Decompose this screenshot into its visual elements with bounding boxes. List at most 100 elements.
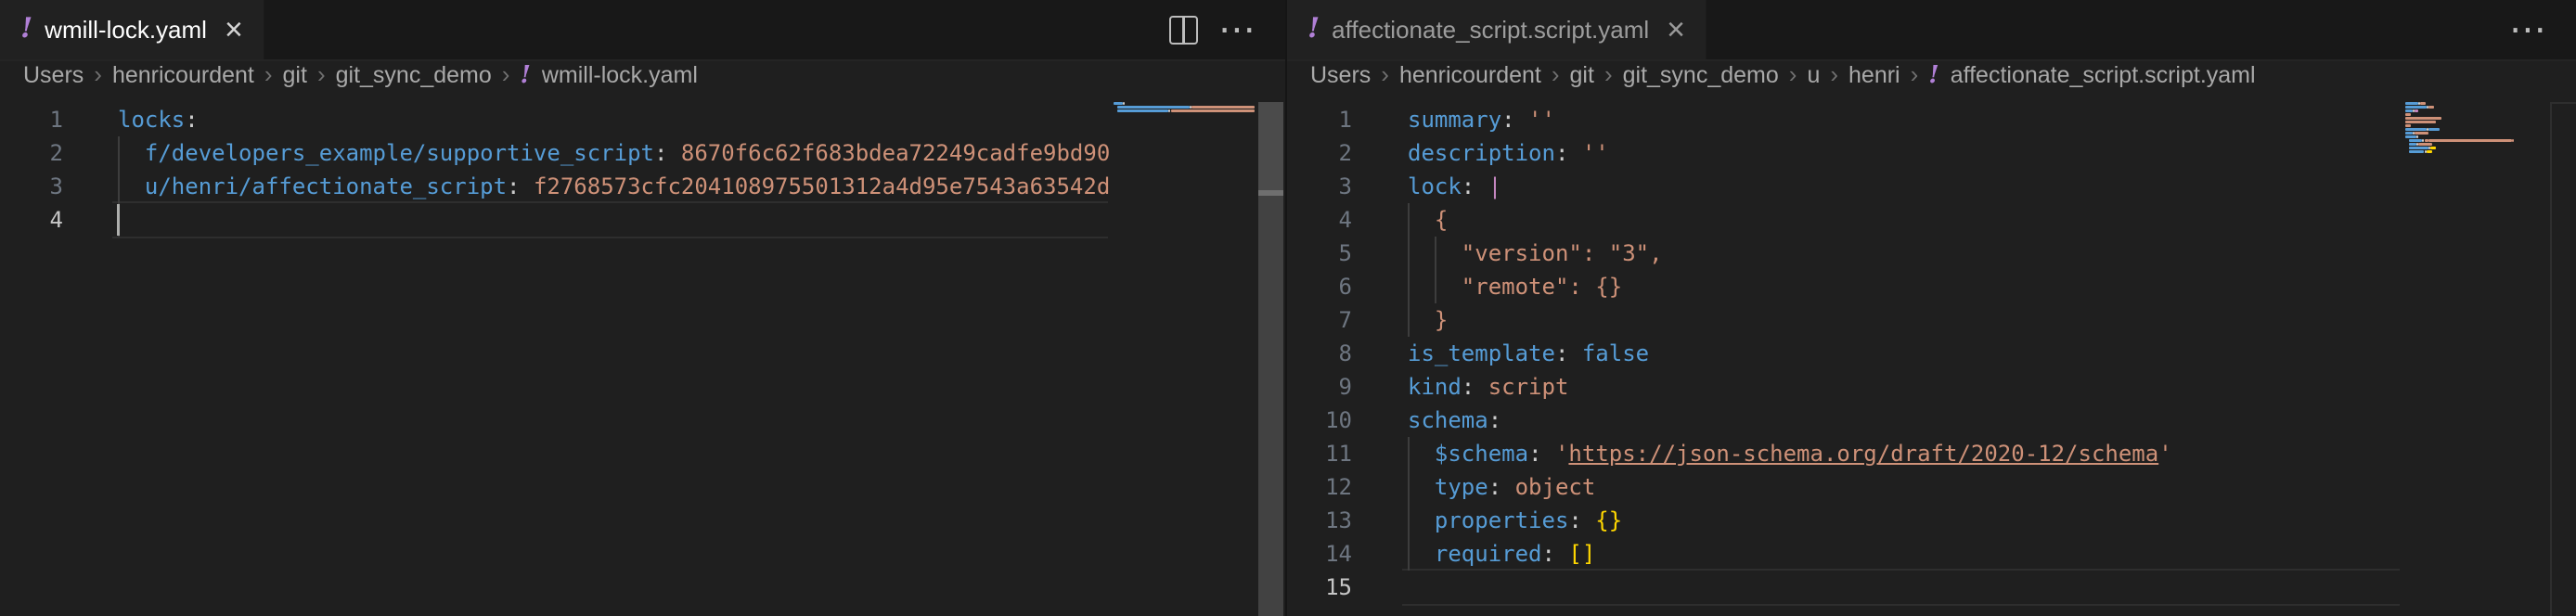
code-text: {	[1408, 203, 1448, 237]
chevron-icon: ›	[317, 60, 326, 89]
yaml-file-icon: !	[520, 61, 530, 89]
indent-guide-line	[1435, 270, 1436, 303]
breadcrumb-item[interactable]: henricourdent	[1399, 62, 1541, 89]
indent-guide-line	[1408, 237, 1410, 270]
tab-affectionate-script[interactable]: ! affectionate_script.script.yaml ×	[1287, 0, 1707, 59]
breadcrumb-item[interactable]: git_sync_demo	[336, 62, 492, 89]
minimap-line	[2405, 106, 2427, 109]
code-line[interactable]: 4	[0, 203, 1114, 237]
vertical-scrollbar[interactable]	[1258, 102, 1283, 616]
line-number: 3	[1287, 170, 1352, 203]
code-line[interactable]: 7 }	[1287, 303, 2405, 337]
breadcrumb-item[interactable]: u	[1807, 62, 1820, 89]
minimap-line	[2409, 143, 2416, 146]
minimap-line	[2405, 121, 2436, 123]
code-line[interactable]: 9kind: script	[1287, 370, 2405, 404]
code-text: properties: {}	[1408, 504, 1622, 537]
ellipsis-icon: ⋯	[1218, 8, 1256, 51]
code-text: description: ''	[1408, 136, 1609, 170]
more-actions-button[interactable]: ⋯	[1218, 20, 1256, 39]
minimap-line	[2405, 135, 2416, 138]
chevron-icon: ›	[94, 60, 102, 89]
breadcrumb: Users›henricourdent›git›git_sync_demo›u›…	[1287, 61, 2576, 90]
code-line[interactable]: 4 {	[1287, 203, 2405, 237]
code-text: schema:	[1408, 404, 1501, 437]
indent-guide-line	[1408, 437, 1410, 470]
minimap-line	[2405, 117, 2441, 120]
code-line[interactable]: 3 u/henri/affectionate_script: f2768573c…	[0, 170, 1114, 203]
scrollbar-thumb[interactable]	[1258, 102, 1283, 193]
line-number: 2	[0, 136, 63, 170]
code-line[interactable]: 8is_template: false	[1287, 337, 2405, 370]
minimap-line	[2409, 139, 2422, 142]
more-actions-button[interactable]: ⋯	[2509, 20, 2546, 39]
overview-ruler[interactable]	[2550, 102, 2576, 616]
code-line[interactable]: 1 locks:	[0, 103, 1114, 136]
close-icon[interactable]: ×	[225, 16, 243, 44]
code-text: f/developers_example/supportive_script: …	[118, 136, 1110, 170]
breadcrumb-item[interactable]: henricourdent	[112, 62, 254, 89]
code-line[interactable]: 14 required: []	[1287, 537, 2405, 571]
line-number: 1	[0, 103, 63, 136]
editor-group-right: ! affectionate_script.script.yaml × ⋯ Us…	[1287, 0, 2576, 616]
minimap-line	[2405, 124, 2411, 127]
line-number: 7	[1287, 303, 1352, 337]
editor-left[interactable]: 1locks:2 f/developers_example/supportive…	[0, 90, 1285, 616]
minimap-line	[2405, 132, 2413, 135]
code-text: "version": "3",	[1408, 237, 1663, 270]
minimap-line	[2415, 132, 2428, 135]
code-text: "remote": {}	[1408, 270, 1622, 303]
editor-right[interactable]: 1summary: ''2description: ''3lock: |4 {5…	[1287, 90, 2576, 616]
yaml-file-icon: !	[1928, 61, 1938, 89]
breadcrumb-item[interactable]: git_sync_demo	[1623, 62, 1779, 89]
line-number: 4	[0, 203, 63, 237]
code-text: type: object	[1408, 470, 1595, 504]
tab-wmill-lock[interactable]: ! wmill-lock.yaml ×	[0, 0, 264, 59]
close-icon[interactable]: ×	[1667, 16, 1685, 44]
minimap-line	[2428, 139, 2512, 142]
code-area[interactable]: 1locks:2 f/developers_example/supportive…	[0, 90, 1114, 616]
yaml-file-icon: !	[1307, 15, 1320, 43]
code-text: }	[1408, 303, 1448, 337]
chevron-icon: ›	[1604, 60, 1613, 89]
code-area[interactable]: 1summary: ''2description: ''3lock: |4 {5…	[1287, 90, 2405, 616]
chevron-icon: ›	[264, 60, 273, 89]
breadcrumb-file[interactable]: wmill-lock.yaml	[542, 62, 698, 89]
breadcrumb-item[interactable]: henri	[1848, 62, 1900, 89]
code-line[interactable]: 10schema:	[1287, 404, 2405, 437]
code-line[interactable]: 3lock: |	[1287, 170, 2405, 203]
yaml-file-icon: !	[20, 15, 32, 43]
code-text: locks:	[118, 103, 199, 136]
minimap[interactable]	[2405, 102, 2550, 616]
ellipsis-icon: ⋯	[2509, 8, 2546, 51]
line-number: 3	[0, 170, 63, 203]
minimap-line	[2428, 106, 2434, 109]
code-text: required: []	[1408, 537, 1595, 571]
chevron-icon: ›	[1552, 60, 1560, 89]
code-line[interactable]: 13 properties: {}	[1287, 504, 2405, 537]
minimap[interactable]	[1114, 102, 1258, 616]
tab-label: affectionate_script.script.yaml	[1332, 16, 1649, 45]
tab-bar-left: ! wmill-lock.yaml × ⋯	[0, 0, 1285, 61]
breadcrumb-item[interactable]: git	[1570, 62, 1594, 89]
text-cursor	[117, 204, 120, 236]
code-line[interactable]: 2description: ''	[1287, 136, 2405, 170]
breadcrumb-file[interactable]: affectionate_script.script.yaml	[1951, 62, 2256, 89]
breadcrumb-item[interactable]: git	[283, 62, 307, 89]
code-line[interactable]: 11 $schema: 'https://json-schema.org/dra…	[1287, 437, 2405, 470]
code-line[interactable]: 12 type: object	[1287, 470, 2405, 504]
code-line[interactable]: 2 f/developers_example/supportive_script…	[0, 136, 1114, 170]
split-editor-button[interactable]	[1169, 16, 1198, 45]
code-line[interactable]: 5 "version": "3",	[1287, 237, 2405, 270]
code-line[interactable]: 6 "remote": {}	[1287, 270, 2405, 303]
code-line[interactable]: 1summary: ''	[1287, 103, 2405, 136]
breadcrumb-item[interactable]: Users	[1310, 62, 1371, 89]
minimap-line	[2427, 150, 2432, 153]
code-line[interactable]: 15	[1287, 571, 2405, 604]
minimap-line	[2405, 109, 2413, 112]
minimap-line	[2420, 102, 2426, 105]
breadcrumb-item[interactable]: Users	[23, 62, 84, 89]
line-number: 14	[1287, 537, 1352, 571]
vscode-window: ! wmill-lock.yaml × ⋯ Users › henricourden…	[0, 0, 2576, 616]
line-number: 13	[1287, 504, 1352, 537]
